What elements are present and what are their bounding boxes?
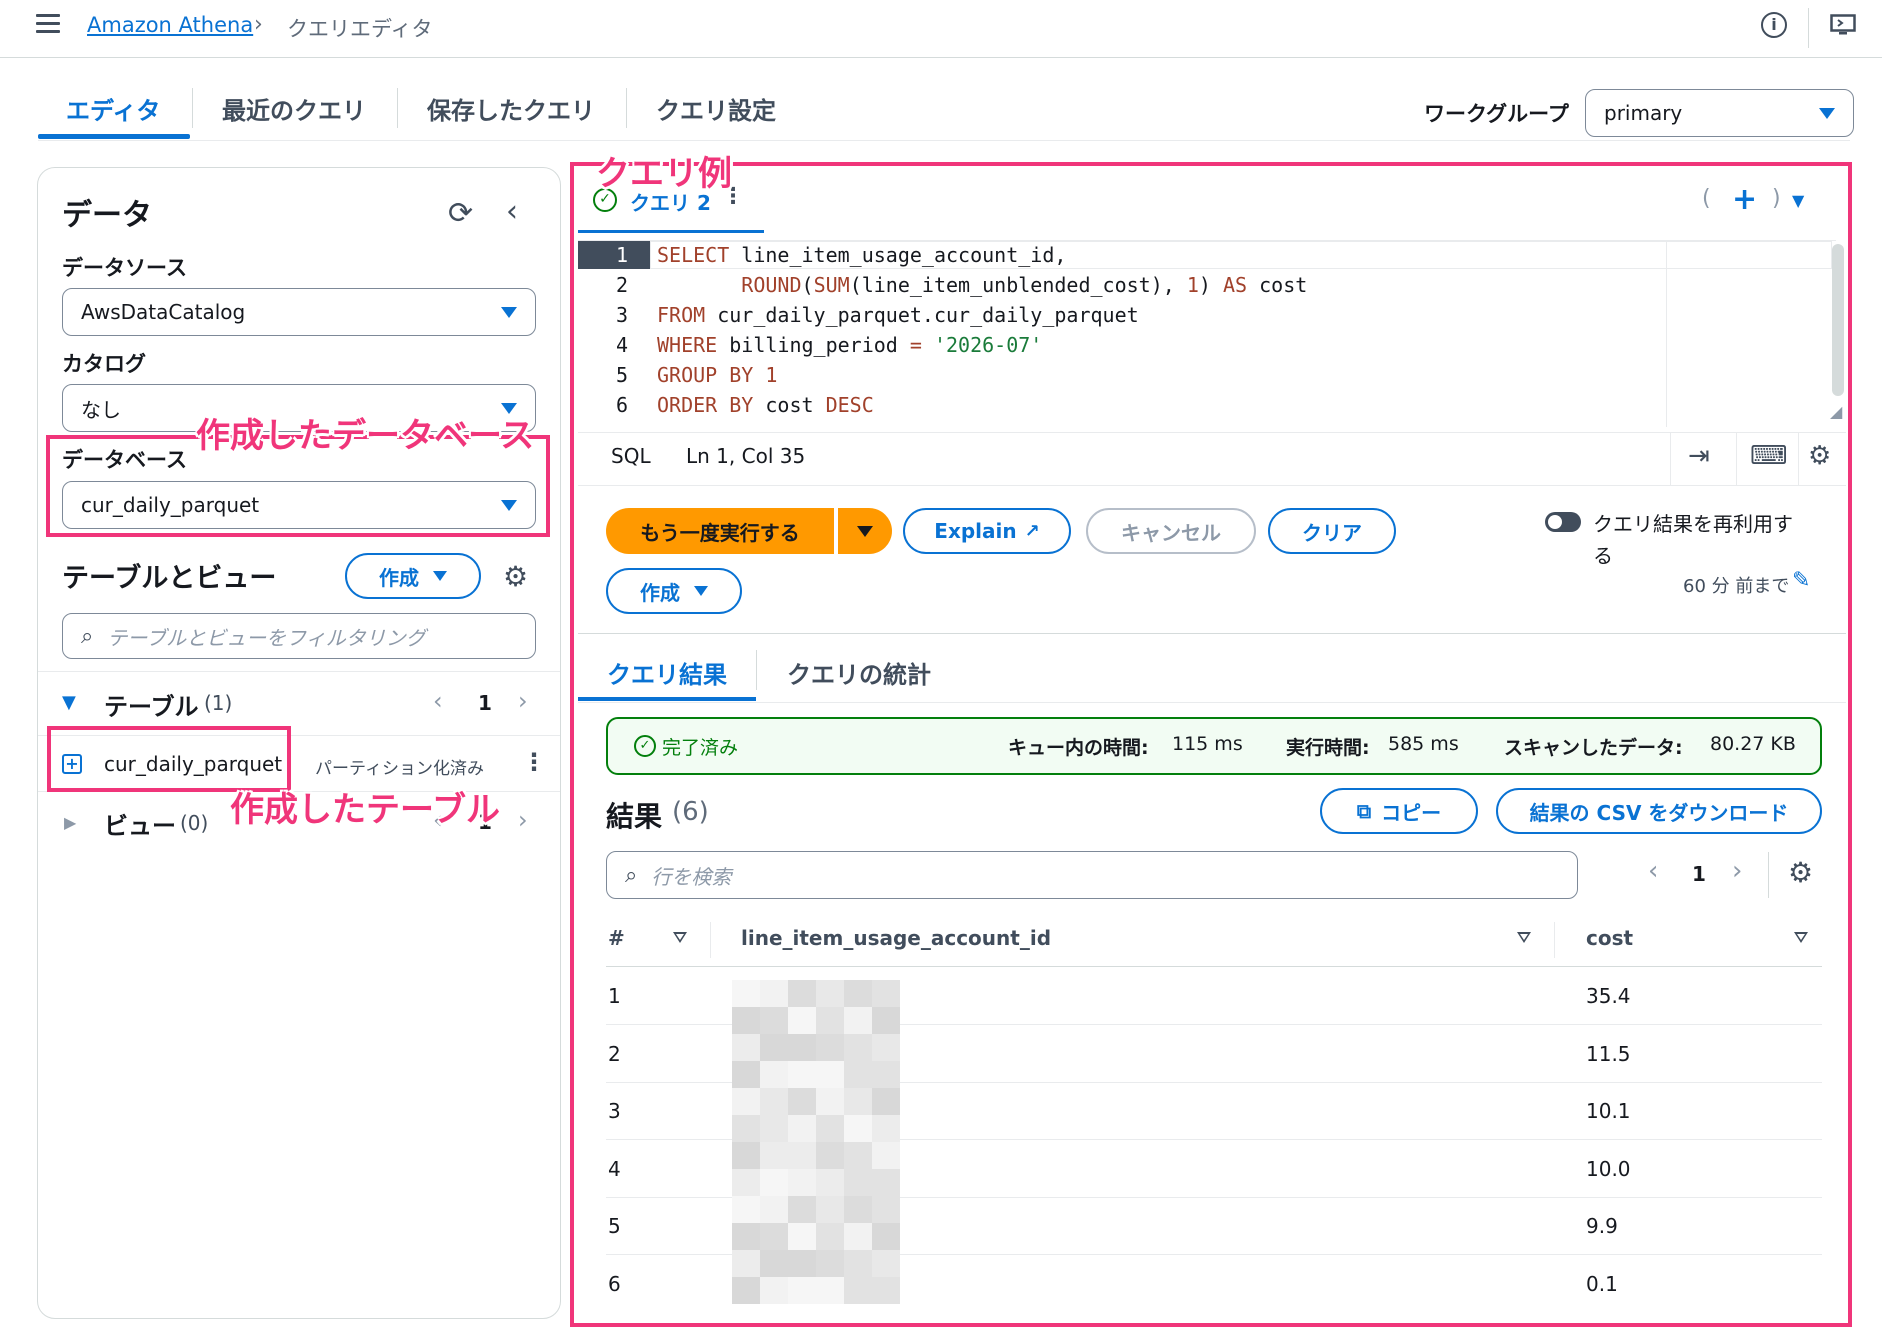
tab-saved-queries[interactable]: 保存したクエリ (427, 91, 595, 126)
gear-icon[interactable]: ⚙ (503, 560, 528, 593)
divider (38, 671, 560, 672)
tables-page-number[interactable]: 1 (478, 691, 492, 715)
breadcrumb-athena-link[interactable]: Amazon Athena (87, 13, 253, 37)
divider (192, 88, 193, 128)
workgroup-value: primary (1604, 101, 1683, 125)
tables-views-title: テーブルとビュー (62, 563, 277, 594)
catalog-label: カタログ (62, 352, 146, 376)
divider (626, 88, 627, 128)
tab-editor-underline (38, 134, 190, 139)
partitioned-badge: パーティション化済み (315, 759, 484, 779)
tab-query-settings[interactable]: クエリ設定 (656, 91, 776, 126)
views-count: (0) (180, 811, 209, 835)
caret-right-icon[interactable]: ▶ (64, 813, 76, 832)
info-icon[interactable]: i (1761, 12, 1787, 38)
datasource-label: データソース (62, 256, 187, 280)
next-page-icon[interactable]: › (518, 806, 528, 834)
annotation-created-table: 作成したテーブル (230, 790, 500, 830)
tabs-baseline (38, 140, 1850, 141)
create-button-label: 作成 (379, 565, 419, 590)
refresh-icon[interactable]: ⟳ (448, 196, 473, 231)
datasource-value: AwsDataCatalog (81, 300, 246, 324)
tab-recent-queries[interactable]: 最近のクエリ (222, 91, 366, 126)
more-actions-icon[interactable]: ⋮ (522, 748, 546, 776)
chevron-left-icon[interactable]: ‹ (506, 194, 518, 229)
annotation-query-example: クエリ例 (596, 154, 732, 194)
divider (397, 88, 398, 128)
catalog-value: なし (81, 397, 121, 422)
next-page-icon[interactable]: › (518, 687, 528, 715)
screen-icon[interactable] (1830, 14, 1856, 36)
tables-count: (1) (204, 691, 233, 715)
views-label: ビュー (104, 812, 176, 840)
caret-down-icon (1819, 107, 1835, 119)
breadcrumb-current: クエリエディタ (287, 17, 433, 41)
prev-page-icon[interactable]: ‹ (433, 687, 443, 715)
annotation-created-database: 作成したデータベース (196, 416, 535, 456)
table-filter-placeholder: テーブルとビューをフィルタリング (107, 625, 426, 650)
workgroup-label: ワークグループ (1424, 102, 1569, 126)
divider (1808, 8, 1809, 48)
workgroup-select[interactable]: primary (1585, 89, 1854, 137)
menu-icon[interactable] (36, 14, 60, 34)
table-filter-input[interactable]: ⌕ テーブルとビューをフィルタリング (62, 613, 536, 659)
data-panel-title: データ (62, 198, 152, 233)
annotation-box-query (570, 162, 1852, 1327)
tables-label: テーブル (104, 693, 199, 721)
search-icon: ⌕ (81, 623, 94, 649)
tab-editor[interactable]: エディタ (66, 91, 160, 126)
breadcrumb-separator-icon: › (254, 12, 263, 37)
caret-down-icon (501, 306, 517, 318)
caret-down-icon (433, 571, 447, 581)
create-table-button[interactable]: 作成 (345, 553, 481, 599)
datasource-select[interactable]: AwsDataCatalog (62, 288, 536, 336)
top-bar: Amazon Athena › クエリエディタ i (0, 0, 1882, 58)
caret-down-icon[interactable]: ▼ (62, 692, 76, 713)
